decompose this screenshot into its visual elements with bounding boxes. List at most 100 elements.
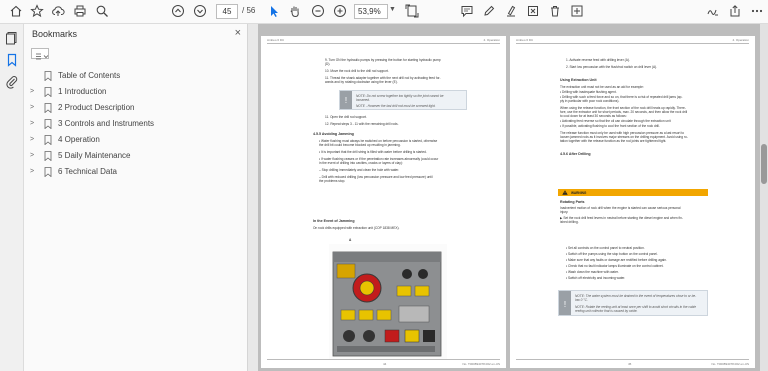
- insert-icon[interactable]: [569, 3, 585, 19]
- warning-banner: WARNING: [558, 189, 708, 196]
- bookmark-star-icon[interactable]: [29, 3, 45, 19]
- page-header-right: 4. Operation: [483, 38, 500, 42]
- page-header-left: Ambeo 6 DC: [267, 38, 285, 42]
- bookmark-icon: [44, 118, 52, 129]
- more-icon[interactable]: [749, 3, 765, 19]
- bookmark-item[interactable]: > 5 Daily Maintenance: [30, 149, 130, 162]
- chevron-right-icon[interactable]: >: [30, 120, 38, 127]
- body-text: (D).: [325, 62, 331, 66]
- bookmark-label: 6 Technical Data: [58, 167, 117, 176]
- bookmark-item[interactable]: > 1 Introduction: [30, 85, 106, 98]
- chevron-right-icon[interactable]: >: [30, 88, 38, 95]
- chevron-right-icon[interactable]: >: [30, 104, 38, 111]
- subsection-heading: In the Event of Jamming: [313, 219, 355, 223]
- footer-rule: [267, 359, 500, 360]
- close-icon[interactable]: ×: [235, 27, 241, 39]
- page-45: Ambeo 6 DC 4. Operation 1. Activate reve…: [510, 36, 755, 368]
- bookmark-item[interactable]: > 3 Controls and Instruments: [30, 117, 154, 130]
- footer-rule: [516, 359, 749, 360]
- bookmark-options-button[interactable]: [31, 48, 49, 60]
- attachment-icon[interactable]: [5, 75, 19, 89]
- list-item: ▪ Make sure that any faults or damage ar…: [566, 258, 667, 262]
- bookmark-icon: [44, 86, 52, 97]
- warning-text: ished drilling.: [560, 220, 579, 224]
- pen-icon[interactable]: [481, 3, 497, 19]
- panel-title: Bookmarks: [32, 29, 78, 39]
- highlight-icon[interactable]: [503, 3, 519, 19]
- export-icon[interactable]: [525, 3, 541, 19]
- share-icon[interactable]: [727, 3, 743, 19]
- zoom-in-icon[interactable]: [332, 3, 348, 19]
- panel-splitter[interactable]: [248, 24, 258, 371]
- chevron-right-icon[interactable]: >: [30, 168, 38, 175]
- body-text: 11. Open the drill rod support.: [325, 115, 367, 119]
- bookmark-icon: [44, 150, 52, 161]
- left-rail: [0, 24, 24, 371]
- warning-title: Rotating Parts: [560, 200, 585, 204]
- print-icon[interactable]: [72, 3, 88, 19]
- body-text: 12. Repeat steps 3 - 11 with the remaini…: [325, 122, 399, 126]
- warning-text: injury.: [560, 210, 569, 214]
- home-icon[interactable]: [8, 3, 24, 19]
- page-44: Ambeo 6 DC 4. Operation 9. Turn ON the h…: [261, 36, 506, 368]
- list-item: ▪ Switch off the pumps using the stop bu…: [566, 252, 658, 256]
- list-item: ▪ Switch off electricity and incoming wa…: [566, 276, 626, 280]
- body-text: the drill bit could become blocked up re…: [319, 143, 401, 147]
- bookmark-label: 1 Introduction: [58, 87, 107, 96]
- body-text: ▪ Drilling with inadequate flushing agen…: [560, 90, 617, 94]
- warning-text: Inadvertent motion of rock drill when th…: [560, 206, 681, 210]
- warning-icon: [562, 190, 568, 195]
- body-text: in the event of drilling into cavities, …: [319, 161, 403, 165]
- main-toolbar: 45 / 56 53,9% ▼: [0, 0, 768, 24]
- bookmark-label: Table of Contents: [58, 71, 121, 80]
- chevron-right-icon[interactable]: >: [30, 136, 38, 143]
- delete-icon[interactable]: [547, 3, 563, 19]
- bookmark-icon: [44, 166, 52, 177]
- zoom-icon[interactable]: [94, 3, 110, 19]
- chevron-right-icon[interactable]: >: [30, 152, 38, 159]
- body-text: 9. Turn ON the hydraulic pumps by pressi…: [325, 58, 441, 62]
- body-text: tation together with the release functio…: [560, 139, 667, 143]
- comment-icon[interactable]: [459, 3, 475, 19]
- doc-number: No. T000894078.002 en-US: [462, 362, 500, 366]
- body-text: 10. Move the rock drill to the drill rod…: [325, 69, 389, 73]
- upload-cloud-icon[interactable]: [50, 3, 66, 19]
- select-arrow-icon[interactable]: [266, 3, 282, 19]
- vertical-scrollbar[interactable]: [760, 24, 768, 371]
- zoom-level-input[interactable]: 53,9%: [354, 4, 388, 19]
- list-item: ▪ Wash down the machine with water.: [566, 270, 619, 274]
- subsection-heading: Using Extraction Unit: [560, 78, 597, 82]
- body-text: The extraction unit must not be used as …: [560, 85, 644, 89]
- control-panel-image: [329, 244, 447, 359]
- page-number: 44: [383, 362, 387, 366]
- body-text: wards and by rotating clockwise using th…: [325, 80, 398, 84]
- page-up-icon[interactable]: [170, 3, 186, 19]
- section-heading: 4.5.6 After Drilling: [560, 152, 591, 156]
- bookmark-icon: [44, 102, 52, 113]
- fit-page-icon[interactable]: [404, 3, 420, 19]
- thumbnails-icon[interactable]: [5, 31, 19, 45]
- bookmark-label: 5 Daily Maintenance: [58, 151, 131, 160]
- scrollbar-thumb[interactable]: [761, 144, 767, 184]
- bookmark-item[interactable]: > 6 Technical Data: [30, 165, 117, 178]
- page-number: 45: [628, 362, 632, 366]
- list-item: ▪ Check that no fault indicator lamps il…: [566, 264, 664, 268]
- bookmark-item[interactable]: > 4 Operation: [30, 133, 100, 146]
- zoom-out-icon[interactable]: [310, 3, 326, 19]
- sign-icon[interactable]: [705, 3, 721, 19]
- body-text: 2. Start low percussion with the flush/r…: [566, 65, 658, 69]
- bookmark-item[interactable]: Table of Contents: [30, 69, 120, 82]
- bookmark-item[interactable]: > 2 Product Description: [30, 101, 134, 114]
- note-box: ! NOTE: Do not screw together too tightl…: [339, 90, 467, 110]
- page-number-input[interactable]: 45: [216, 4, 238, 19]
- figure-label: A: [349, 238, 352, 242]
- page-header-left: Ambeo 6 DC: [516, 38, 534, 42]
- hand-icon[interactable]: [287, 3, 303, 19]
- bookmarks-panel-icon[interactable]: [5, 53, 19, 67]
- document-view[interactable]: Ambeo 6 DC 4. Operation 9. Turn ON the h…: [258, 24, 768, 371]
- zoom-dropdown-icon[interactable]: ▼: [389, 6, 396, 13]
- body-text: ▪ It is important that the drill string …: [319, 150, 427, 154]
- page-down-icon[interactable]: [192, 3, 208, 19]
- page-total: / 56: [242, 6, 256, 15]
- list-item: ▪ Set all controls on the control panel …: [566, 246, 645, 250]
